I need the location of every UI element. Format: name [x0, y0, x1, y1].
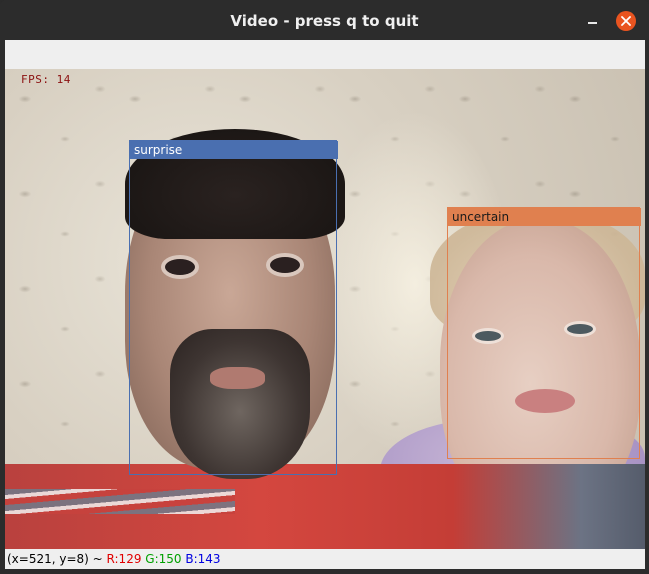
pixel-blue-value: B:143: [185, 552, 221, 566]
pixel-red-value: R:129: [106, 552, 142, 566]
fps-counter: FPS: 14: [21, 73, 71, 86]
minimize-button[interactable]: [584, 12, 600, 28]
video-frame[interactable]: FPS: 14 surprise uncertain: [5, 69, 645, 549]
title-bar[interactable]: Video - press q to quit: [0, 0, 649, 40]
status-bar: (x=521, y=8) ~ R:129 G:150 B:143: [5, 549, 645, 569]
video-window: Video - press q to quit FPS: 14 surprise: [0, 0, 649, 574]
toolbar-area: [5, 40, 645, 69]
face-label-surprise: surprise: [130, 141, 338, 159]
close-icon: [621, 16, 631, 26]
man-shirt-stripes: [5, 489, 235, 514]
pixel-green-value: G:150: [145, 552, 182, 566]
face-box-surprise: surprise: [129, 140, 338, 475]
face-box-uncertain: uncertain: [447, 207, 641, 459]
close-button[interactable]: [616, 11, 636, 31]
cursor-coords: (x=521, y=8) ~: [7, 552, 103, 566]
face-label-uncertain: uncertain: [448, 208, 641, 226]
window-title: Video - press q to quit: [230, 12, 419, 30]
